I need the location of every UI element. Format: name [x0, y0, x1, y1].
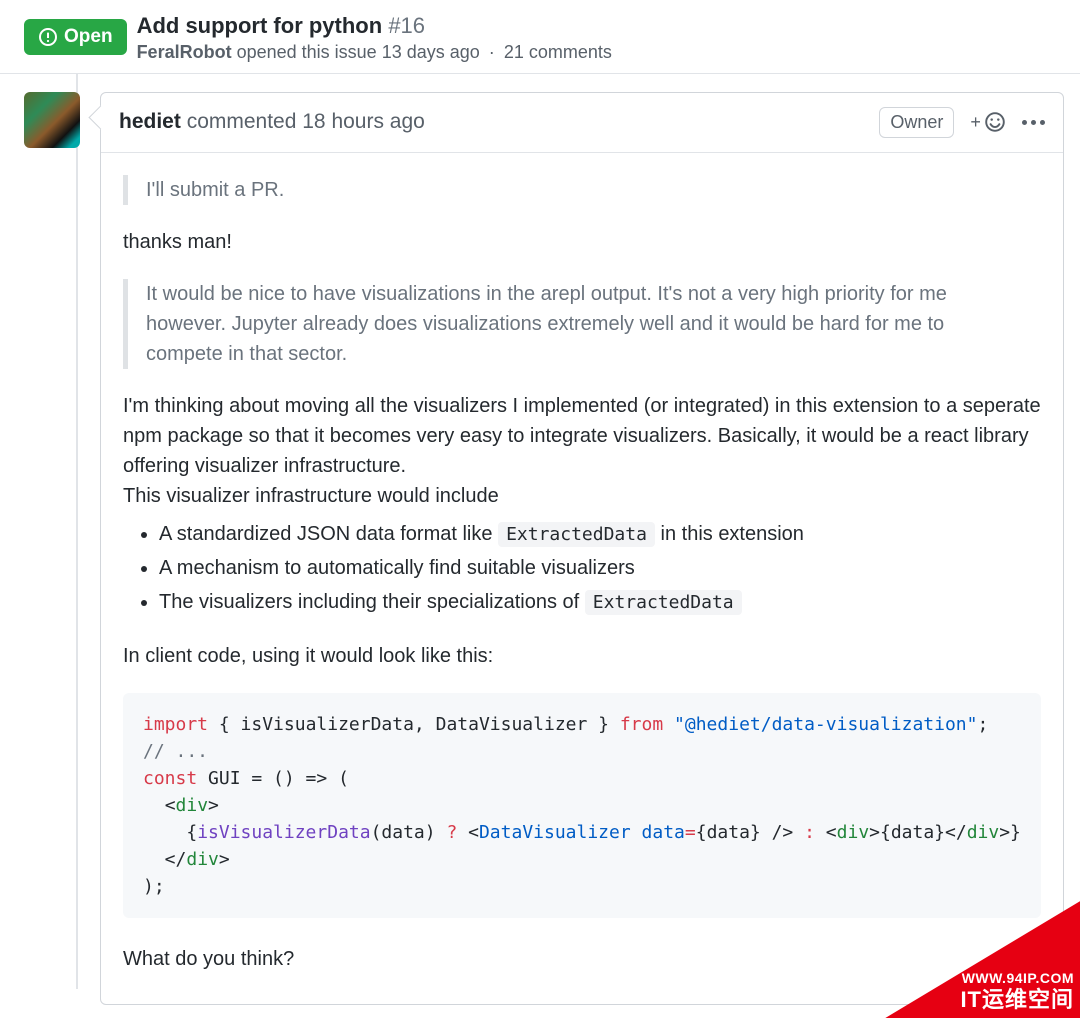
issue-title[interactable]: Add support for python #16	[137, 12, 612, 40]
issue-state-badge: Open	[24, 19, 127, 55]
issue-opened-rel: opened this issue 13 days ago	[237, 42, 480, 62]
avatar[interactable]	[24, 92, 80, 148]
code-block: import { isVisualizerData, DataVisualize…	[123, 693, 1041, 918]
list-item: The visualizers including their speciali…	[159, 587, 1041, 617]
bullet-list: A standardized JSON data format like Ext…	[123, 519, 1041, 617]
add-reaction-button[interactable]: +	[970, 111, 1006, 133]
separator-dot: ·	[485, 42, 499, 62]
comment-paragraph: I'm thinking about moving all the visual…	[123, 391, 1041, 511]
comment-verb: commented	[187, 110, 297, 134]
comment-header: hediet commented 18 hours ago Owner +	[101, 93, 1063, 153]
issue-header-row: Open Add support for python #16 FeralRob…	[24, 12, 1056, 63]
comment-paragraph: In client code, using it would look like…	[123, 641, 1041, 671]
list-item: A mechanism to automatically find suitab…	[159, 553, 1041, 583]
quote-text: It would be nice to have visualizations …	[146, 283, 947, 365]
list-item: A standardized JSON data format like Ext…	[159, 519, 1041, 549]
issue-state-label: Open	[64, 26, 113, 48]
author-role-chip: Owner	[879, 107, 954, 138]
comment-time[interactable]: 18 hours ago	[302, 110, 425, 134]
issue-subtitle: FeralRobot opened this issue 13 days ago…	[137, 42, 612, 63]
issue-header: Open Add support for python #16 FeralRob…	[0, 0, 1080, 74]
comment-author[interactable]: hediet	[119, 110, 181, 134]
comment-paragraph: What do you think?	[123, 944, 1041, 974]
comment-actions-menu[interactable]	[1022, 120, 1045, 125]
issue-title-text: Add support for python	[137, 13, 383, 38]
quote-text: I'll submit a PR.	[146, 179, 284, 201]
smiley-icon	[984, 111, 1006, 133]
timeline: hediet commented 18 hours ago Owner +	[24, 74, 1056, 1005]
inline-code: ExtractedData	[498, 522, 655, 547]
quote-block: It would be nice to have visualizations …	[123, 279, 1041, 369]
quote-block: I'll submit a PR.	[123, 175, 1041, 205]
inline-code: ExtractedData	[585, 590, 742, 615]
comment-bubble: hediet commented 18 hours ago Owner +	[100, 92, 1064, 1005]
plus-icon: +	[970, 112, 981, 133]
issue-author[interactable]: FeralRobot	[137, 42, 232, 62]
issue-comments-count[interactable]: 21 comments	[504, 42, 612, 62]
comment: hediet commented 18 hours ago Owner +	[24, 74, 1056, 1005]
comment-paragraph: thanks man!	[123, 227, 1041, 257]
issue-open-icon	[38, 27, 58, 47]
issue-number: #16	[388, 13, 425, 38]
comment-body: I'll submit a PR. thanks man! It would b…	[101, 153, 1063, 1004]
